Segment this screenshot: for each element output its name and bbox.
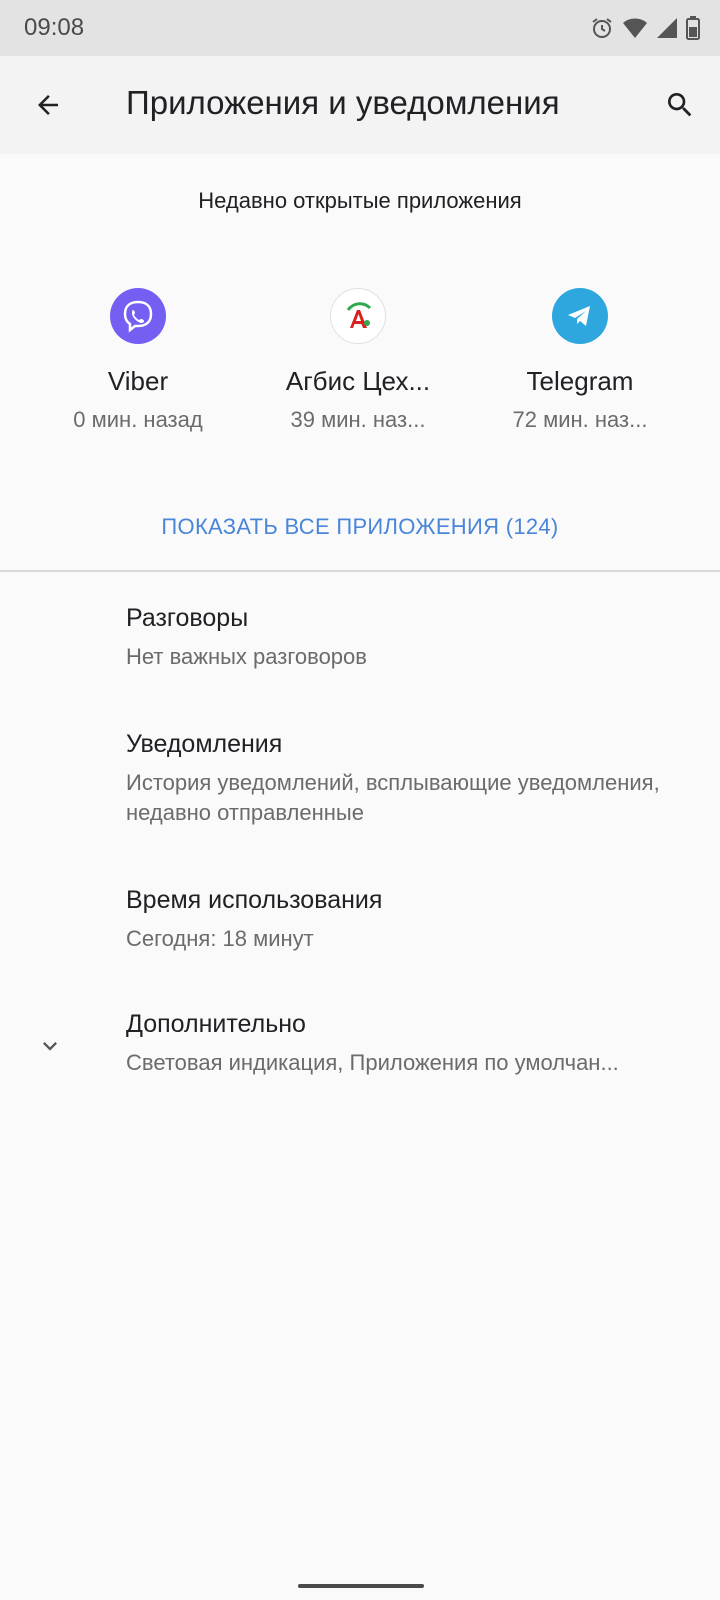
pref-title: Разговоры	[126, 604, 249, 632]
viber-icon	[110, 288, 166, 344]
app-last-used: 0 мин. назад	[73, 407, 203, 432]
battery-icon	[686, 16, 700, 40]
pref-subtitle: Нет важных разговоров	[126, 644, 367, 669]
pref-conversations[interactable]: Разговоры Нет важных разговоров	[0, 586, 720, 698]
pref-subtitle: Световая индикация, Приложения по умолча…	[126, 1050, 619, 1075]
app-bar: Приложения и уведомления	[0, 56, 720, 154]
pref-title: Уведомления	[126, 730, 283, 758]
wifi-icon	[623, 18, 647, 38]
status-icons	[590, 14, 700, 42]
divider	[0, 570, 720, 572]
pref-subtitle: Сегодня: 18 минут	[126, 926, 314, 951]
pref-title: Время использования	[126, 886, 383, 914]
app-last-used: 39 мин. наз...	[290, 407, 426, 432]
status-time: 09:08	[24, 14, 85, 41]
recent-app-viber[interactable]: Viber 0 мин. назад	[38, 288, 238, 433]
app-name: Telegram	[526, 366, 634, 396]
page-title: Приложения и уведомления	[126, 84, 560, 121]
app-last-used: 72 мин. наз...	[512, 407, 648, 432]
recent-app-agbis[interactable]: Агбис Цех... 39 мин. наз...	[258, 288, 458, 433]
back-button[interactable]	[24, 81, 72, 129]
show-all-apps-button[interactable]: ПОКАЗАТЬ ВСЕ ПРИЛОЖЕНИЯ (124)	[0, 514, 720, 540]
search-icon	[668, 93, 692, 117]
recent-apps-header: Недавно открытые приложения	[198, 188, 522, 213]
pref-subtitle: История уведомлений, всплывающие уведомл…	[126, 770, 660, 825]
agbis-icon	[330, 288, 386, 344]
app-name: Агбис Цех...	[285, 366, 431, 396]
telegram-icon	[552, 288, 608, 344]
recent-app-telegram[interactable]: Telegram 72 мин. наз...	[480, 288, 680, 433]
app-name: Viber	[107, 366, 169, 396]
pref-advanced[interactable]: Дополнительно Световая индикация, Прилож…	[0, 994, 720, 1106]
status-bar: 09:08	[0, 0, 720, 56]
search-button[interactable]	[656, 81, 704, 129]
pref-notifications[interactable]: Уведомления История уведомлений, всплыва…	[0, 710, 720, 860]
signal-icon	[657, 18, 677, 38]
pref-title: Дополнительно	[126, 1010, 306, 1038]
pref-screen-time[interactable]: Время использования Сегодня: 18 минут	[0, 870, 720, 982]
arrow-back-icon	[38, 95, 58, 115]
chevron-down-icon	[36, 1032, 64, 1060]
navigation-handle[interactable]	[298, 1584, 424, 1588]
alarm-icon	[592, 18, 612, 38]
